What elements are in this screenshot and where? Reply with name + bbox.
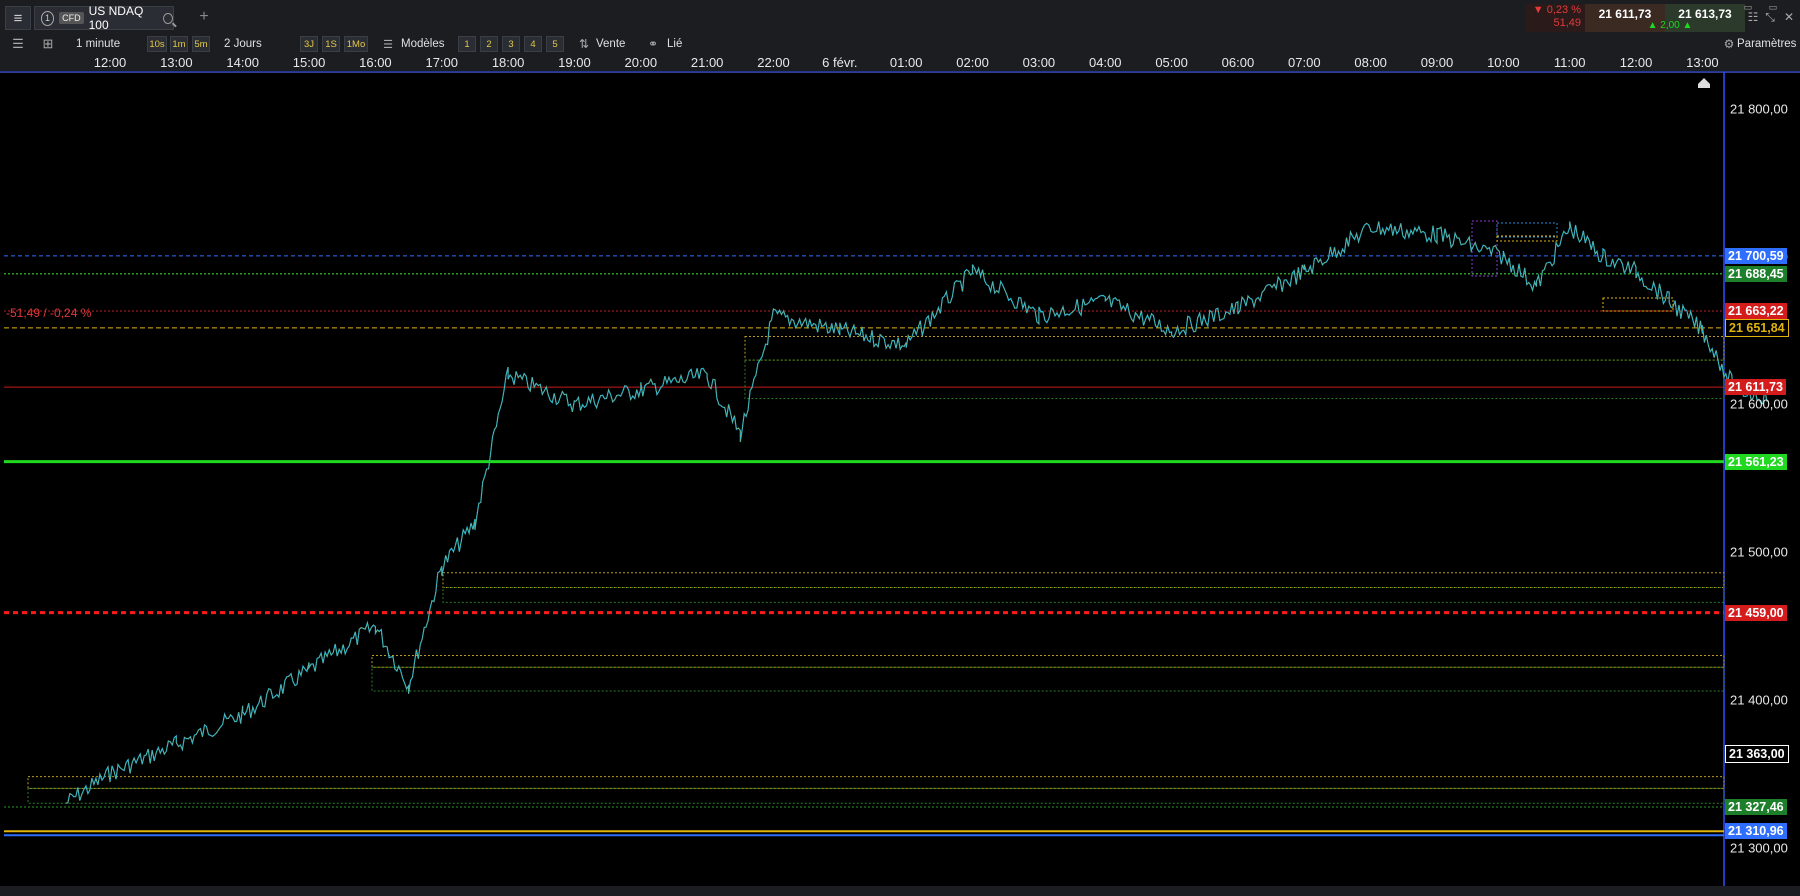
zone-mid-yellow — [442, 572, 1725, 589]
price-level-badge: 21 310,96 — [1725, 823, 1787, 840]
price-level-badge: 21 561,23 — [1725, 453, 1787, 470]
price-level-badge: 21 651,84 — [1725, 318, 1789, 337]
price-series-line — [65, 221, 1769, 804]
zone-low-green — [371, 666, 1725, 692]
price-level-badge: 21 327,46 — [1725, 798, 1787, 815]
home-icon — [1698, 78, 1710, 88]
price-tick: 21 500,00 — [1730, 544, 1788, 560]
bottom-scrollbar[interactable] — [0, 886, 1800, 896]
zone-bottom-green — [27, 787, 1725, 804]
price-level-badge: 21 700,59 — [1725, 247, 1787, 264]
zone-mid-green — [442, 587, 1725, 603]
change-annotation: -51,49 / -0,24 % — [6, 306, 92, 320]
zone-upper-green — [744, 359, 1725, 399]
price-level-badge: 21 611,73 — [1725, 379, 1786, 396]
price-chart[interactable] — [0, 0, 1800, 896]
price-level-badge: 21 459,00 — [1725, 604, 1787, 621]
blue-box — [1496, 222, 1558, 238]
price-tick: 21 400,00 — [1730, 692, 1788, 708]
zone-low-yellow — [371, 654, 1725, 668]
price-level-badge: 21 688,45 — [1725, 265, 1787, 282]
zone-bottom-yellow — [27, 776, 1725, 789]
zone-upper-yellow — [744, 335, 1725, 361]
price-level-badge: 21 363,00 — [1725, 745, 1789, 764]
price-tick: 21 600,00 — [1730, 396, 1788, 412]
price-tick: 21 300,00 — [1730, 840, 1788, 855]
price-series-candles — [65, 221, 1769, 804]
price-tick: 21 800,00 — [1730, 101, 1788, 117]
price-level-badge: 21 663,22 — [1725, 303, 1787, 320]
